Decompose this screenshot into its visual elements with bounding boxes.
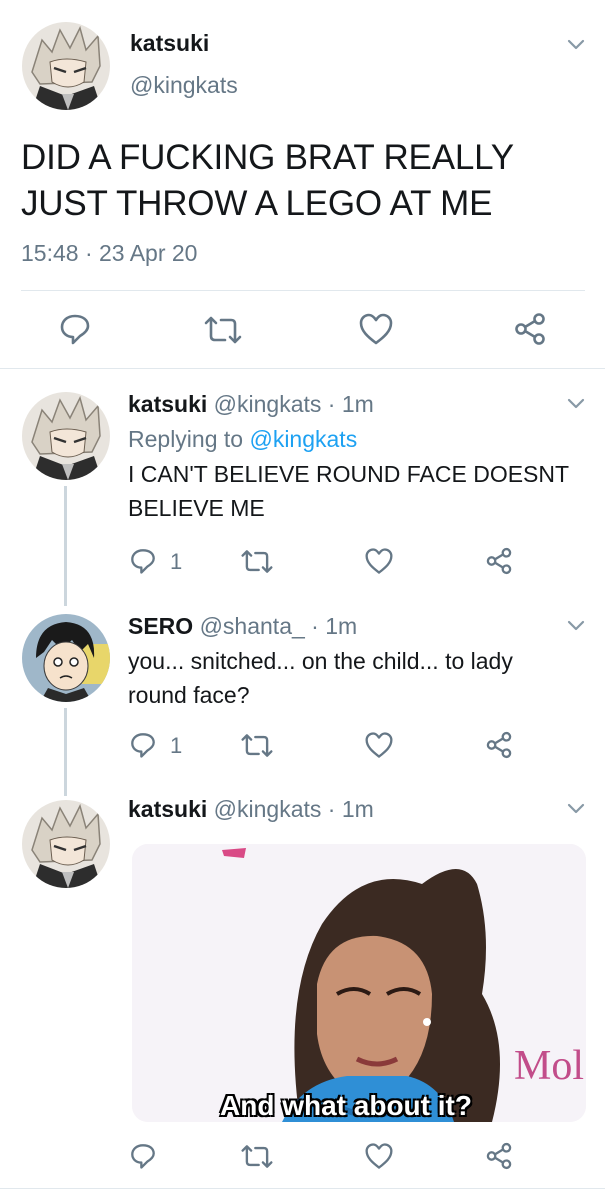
like-icon[interactable] [364, 1142, 394, 1170]
share-icon[interactable] [484, 731, 514, 759]
chevron-down-icon[interactable] [566, 38, 586, 52]
replying-to: Replying to @kingkats [128, 426, 357, 453]
retweet-icon[interactable] [203, 314, 243, 346]
tweet-header: katsuki @kingkats · 1m [128, 391, 374, 418]
display-name[interactable]: katsuki [128, 796, 207, 822]
reply-icon[interactable] [129, 731, 157, 759]
divider [0, 1188, 605, 1189]
handle-time[interactable]: @shanta_ · 1m [200, 613, 358, 639]
chevron-down-icon[interactable] [566, 619, 586, 633]
media-caption: And what about it? [220, 1090, 472, 1121]
replying-prefix: Replying to [128, 426, 250, 452]
share-icon[interactable] [484, 547, 514, 575]
reply-count: 1 [170, 549, 183, 574]
media-sign: Mol [514, 1043, 585, 1089]
tweet-text-line: JUST THROW A LEGO AT ME [21, 184, 493, 223]
like-icon[interactable] [364, 731, 394, 759]
avatar[interactable] [22, 800, 110, 888]
share-icon[interactable] [512, 312, 548, 346]
share-icon[interactable] [484, 1142, 514, 1170]
retweet-icon[interactable] [240, 1143, 274, 1170]
reply-icon[interactable] [58, 312, 92, 346]
display-name[interactable]: katsuki [130, 30, 209, 57]
reply-icon[interactable] [129, 1142, 157, 1170]
chevron-down-icon[interactable] [566, 802, 586, 816]
media-image[interactable]: Mol And what about it? [132, 844, 586, 1122]
thread-line [64, 708, 67, 796]
handle-time[interactable]: @kingkats · 1m [214, 796, 374, 822]
like-icon[interactable] [364, 547, 394, 575]
replying-handle[interactable]: @kingkats [249, 426, 357, 452]
retweet-icon[interactable] [240, 548, 274, 575]
like-icon[interactable] [358, 312, 394, 346]
display-name[interactable]: SERO [128, 613, 193, 639]
avatar[interactable] [22, 22, 110, 110]
tweet-header: katsuki @kingkats · 1m [128, 796, 374, 823]
tweet-text-line: round face? [128, 682, 250, 708]
divider [0, 368, 605, 369]
chevron-down-icon[interactable] [566, 397, 586, 411]
divider [21, 290, 585, 291]
display-name[interactable]: katsuki [128, 391, 207, 417]
retweet-icon[interactable] [240, 732, 274, 759]
tweet-text-line: DID A FUCKING BRAT REALLY [21, 138, 514, 177]
reply-icon[interactable] [129, 547, 157, 575]
tweet-text-line: BELIEVE ME [128, 495, 265, 521]
handle[interactable]: @kingkats [130, 72, 238, 99]
tweet-text-line: you... snitched... on the child... to la… [128, 648, 513, 674]
thread-line [64, 486, 67, 606]
avatar[interactable] [22, 614, 110, 702]
tweet-text-line: I CAN'T BELIEVE ROUND FACE DOESNT [128, 461, 570, 487]
timestamp: 15:48 · 23 Apr 20 [21, 240, 198, 266]
avatar[interactable] [22, 392, 110, 480]
reply-count: 1 [170, 733, 183, 758]
tweet-header: SERO @shanta_ · 1m [128, 613, 357, 640]
handle-time[interactable]: @kingkats · 1m [214, 391, 374, 417]
